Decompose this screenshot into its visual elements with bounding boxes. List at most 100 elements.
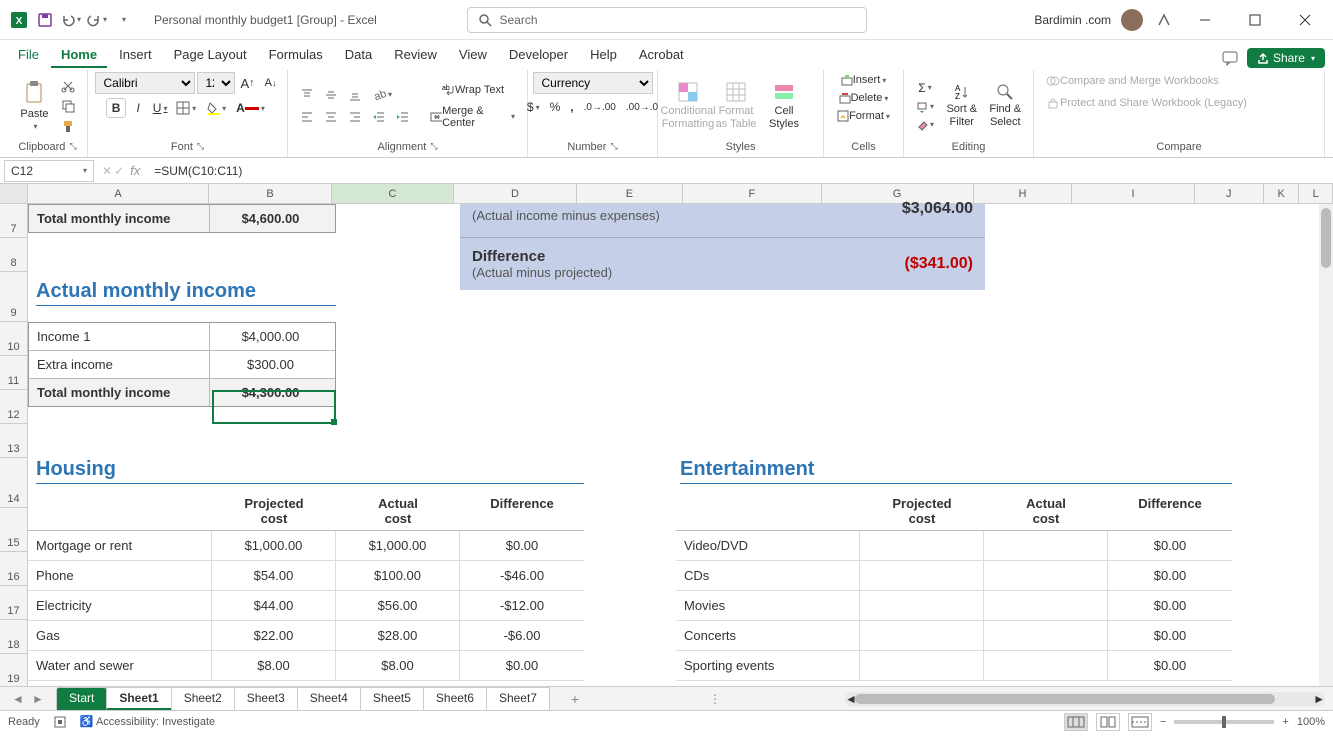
row-header-7[interactable]: 7 bbox=[0, 204, 27, 238]
column-header-B[interactable]: B bbox=[209, 184, 331, 203]
comments-icon[interactable] bbox=[1221, 49, 1239, 67]
increase-indent-button[interactable] bbox=[392, 108, 414, 126]
macro-icon[interactable] bbox=[54, 716, 66, 728]
undo-icon[interactable]: ▾ bbox=[60, 9, 82, 31]
column-header-D[interactable]: D bbox=[454, 184, 576, 203]
zoom-out-button[interactable]: − bbox=[1160, 716, 1166, 728]
find-select-button[interactable]: Find & Select bbox=[986, 76, 1025, 136]
sheet-options-icon[interactable]: ⋮ bbox=[709, 692, 721, 706]
increase-font-button[interactable]: A↑ bbox=[237, 72, 259, 94]
accessibility-status[interactable]: ♿ Accessibility: Investigate bbox=[80, 715, 215, 728]
close-button[interactable] bbox=[1285, 5, 1325, 35]
sheet-tab-sheet4[interactable]: Sheet4 bbox=[297, 687, 361, 710]
format-cells-button[interactable]: Format ▾ bbox=[833, 108, 894, 124]
font-name-select[interactable]: Calibri bbox=[95, 72, 195, 94]
row-header-9[interactable]: 9 bbox=[0, 272, 27, 322]
column-header-H[interactable]: H bbox=[974, 184, 1073, 203]
column-header-A[interactable]: A bbox=[28, 184, 210, 203]
cell-styles-button[interactable]: Cell Styles bbox=[762, 76, 806, 136]
merge-center-button[interactable]: Merge & Center ▾ bbox=[426, 103, 519, 131]
align-top-button[interactable] bbox=[296, 86, 318, 104]
align-bottom-button[interactable] bbox=[344, 86, 366, 104]
column-header-E[interactable]: E bbox=[577, 184, 684, 203]
align-right-button[interactable] bbox=[344, 108, 366, 126]
sheet-tab-sheet5[interactable]: Sheet5 bbox=[360, 687, 424, 710]
sheet-tab-sheet1[interactable]: Sheet1 bbox=[106, 687, 171, 710]
column-header-J[interactable]: J bbox=[1195, 184, 1264, 203]
number-launcher[interactable]: ⤡ bbox=[610, 141, 617, 153]
row-header-13[interactable]: 13 bbox=[0, 424, 27, 458]
conditional-formatting-button[interactable]: Conditional Formatting bbox=[666, 76, 710, 136]
font-launcher[interactable]: ⤡ bbox=[197, 141, 204, 153]
minimize-button[interactable] bbox=[1185, 5, 1225, 35]
normal-view-button[interactable] bbox=[1064, 713, 1088, 731]
sheet-tab-sheet3[interactable]: Sheet3 bbox=[234, 687, 298, 710]
number-format-select[interactable]: Currency bbox=[533, 72, 653, 94]
align-center-button[interactable] bbox=[320, 108, 342, 126]
name-box[interactable]: C12▾ bbox=[4, 160, 94, 182]
percent-button[interactable]: % bbox=[546, 98, 565, 116]
page-break-view-button[interactable] bbox=[1128, 713, 1152, 731]
share-button[interactable]: Share▾ bbox=[1247, 48, 1325, 68]
row-header-17[interactable]: 17 bbox=[0, 586, 27, 620]
sheet-nav-prev[interactable]: ◄ bbox=[8, 692, 28, 706]
maximize-button[interactable] bbox=[1235, 5, 1275, 35]
tab-view[interactable]: View bbox=[449, 43, 497, 68]
sheet-nav-next[interactable]: ► bbox=[28, 692, 48, 706]
redo-icon[interactable]: ▾ bbox=[86, 9, 108, 31]
row-header-15[interactable]: 15 bbox=[0, 508, 27, 552]
spreadsheet-grid[interactable]: ABCDEFGHIJKL 7891011121314151617181920 T… bbox=[0, 184, 1333, 686]
coming-soon-icon[interactable] bbox=[1153, 9, 1175, 31]
row-header-14[interactable]: 14 bbox=[0, 458, 27, 508]
page-layout-view-button[interactable] bbox=[1096, 713, 1120, 731]
cut-button[interactable] bbox=[57, 77, 79, 95]
zoom-in-button[interactable]: + bbox=[1282, 716, 1288, 728]
qat-customize-icon[interactable]: ▾ bbox=[112, 9, 134, 31]
user-name[interactable]: Bardimin .com bbox=[1034, 13, 1111, 27]
save-icon[interactable] bbox=[34, 9, 56, 31]
increase-decimal-button[interactable]: .0→.00 bbox=[580, 98, 620, 116]
format-as-table-button[interactable]: Format as Table bbox=[714, 76, 758, 136]
underline-button[interactable]: U▾ bbox=[150, 98, 170, 118]
tab-developer[interactable]: Developer bbox=[499, 43, 578, 68]
orientation-button[interactable]: ab▾ bbox=[368, 86, 396, 104]
row-header-10[interactable]: 10 bbox=[0, 322, 27, 356]
decrease-font-button[interactable]: A↓ bbox=[261, 72, 281, 94]
wrap-text-button[interactable]: ab Wrap Text bbox=[426, 81, 519, 99]
fill-color-button[interactable]: ▾ bbox=[202, 98, 230, 118]
search-box[interactable]: Search bbox=[467, 7, 867, 33]
tab-insert[interactable]: Insert bbox=[109, 43, 162, 68]
column-header-C[interactable]: C bbox=[332, 184, 454, 203]
select-all-corner[interactable] bbox=[0, 184, 28, 203]
comma-button[interactable]: , bbox=[566, 98, 577, 116]
accounting-format-button[interactable]: $▾ bbox=[523, 98, 544, 116]
fill-button[interactable]: ▾ bbox=[912, 99, 938, 115]
clear-button[interactable]: ▾ bbox=[912, 117, 938, 133]
format-painter-button[interactable] bbox=[57, 117, 79, 135]
tab-help[interactable]: Help bbox=[580, 43, 627, 68]
zoom-level[interactable]: 100% bbox=[1297, 716, 1325, 728]
autosum-button[interactable]: Σ▾ bbox=[912, 79, 938, 97]
tab-page-layout[interactable]: Page Layout bbox=[164, 43, 257, 68]
row-header-19[interactable]: 19 bbox=[0, 654, 27, 686]
row-header-8[interactable]: 8 bbox=[0, 238, 27, 272]
align-left-button[interactable] bbox=[296, 108, 318, 126]
tab-data[interactable]: Data bbox=[335, 43, 382, 68]
row-header-12[interactable]: 12 bbox=[0, 390, 27, 424]
vertical-scrollbar[interactable] bbox=[1319, 204, 1333, 686]
row-header-16[interactable]: 16 bbox=[0, 552, 27, 586]
column-header-I[interactable]: I bbox=[1072, 184, 1194, 203]
alignment-launcher[interactable]: ⤡ bbox=[430, 141, 437, 153]
align-middle-button[interactable] bbox=[320, 86, 342, 104]
enter-formula-icon[interactable]: ✓ bbox=[114, 164, 124, 178]
decrease-indent-button[interactable] bbox=[368, 108, 390, 126]
formula-input[interactable]: =SUM(C10:C11) bbox=[148, 164, 1333, 178]
sort-filter-button[interactable]: AZSort & Filter bbox=[942, 76, 981, 136]
horizontal-scrollbar[interactable]: ◄► bbox=[845, 692, 1325, 706]
paste-button[interactable]: Paste▾ bbox=[16, 76, 53, 136]
font-color-button[interactable]: A▾ bbox=[232, 98, 269, 118]
column-header-L[interactable]: L bbox=[1299, 184, 1333, 203]
new-sheet-button[interactable]: + bbox=[565, 691, 585, 707]
tab-formulas[interactable]: Formulas bbox=[259, 43, 333, 68]
sheet-tab-start[interactable]: Start bbox=[56, 687, 107, 710]
